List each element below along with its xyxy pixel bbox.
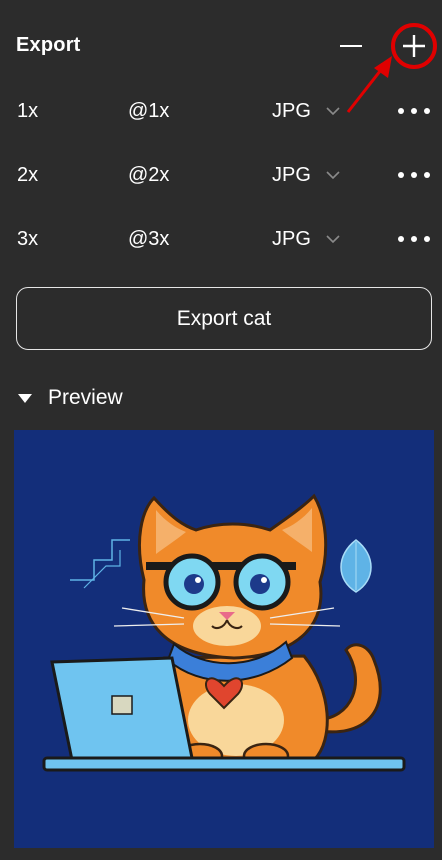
- export-settings-list: 1x @1x JPG 2x @2x JPG 3x @3x JPG: [0, 78, 442, 270]
- format-select[interactable]: JPG: [272, 164, 311, 187]
- suffix-value[interactable]: @3x: [128, 228, 169, 251]
- more-options-icon[interactable]: [398, 104, 432, 118]
- more-options-icon[interactable]: [398, 168, 432, 182]
- format-select[interactable]: JPG: [272, 100, 311, 123]
- suffix-value[interactable]: @1x: [128, 100, 169, 123]
- chevron-down-icon[interactable]: [326, 170, 340, 180]
- suffix-value[interactable]: @2x: [128, 164, 169, 187]
- export-row: 1x @1x JPG: [0, 78, 442, 142]
- scale-value[interactable]: 1x: [17, 100, 38, 123]
- chevron-down-icon[interactable]: [326, 234, 340, 244]
- scale-value[interactable]: 2x: [17, 164, 38, 187]
- panel-title: Export: [16, 34, 81, 56]
- preview-label: Preview: [48, 386, 123, 409]
- cat-illustration-icon: [42, 493, 406, 772]
- export-row: 3x @3x JPG: [0, 206, 442, 270]
- triangle-down-icon: [18, 394, 32, 403]
- export-row: 2x @2x JPG: [0, 142, 442, 206]
- chevron-down-icon[interactable]: [326, 106, 340, 116]
- more-options-icon[interactable]: [398, 232, 432, 246]
- scale-value[interactable]: 3x: [17, 228, 38, 251]
- preview-image: [14, 430, 434, 848]
- export-button[interactable]: Export cat: [16, 287, 432, 350]
- format-select[interactable]: JPG: [272, 228, 311, 251]
